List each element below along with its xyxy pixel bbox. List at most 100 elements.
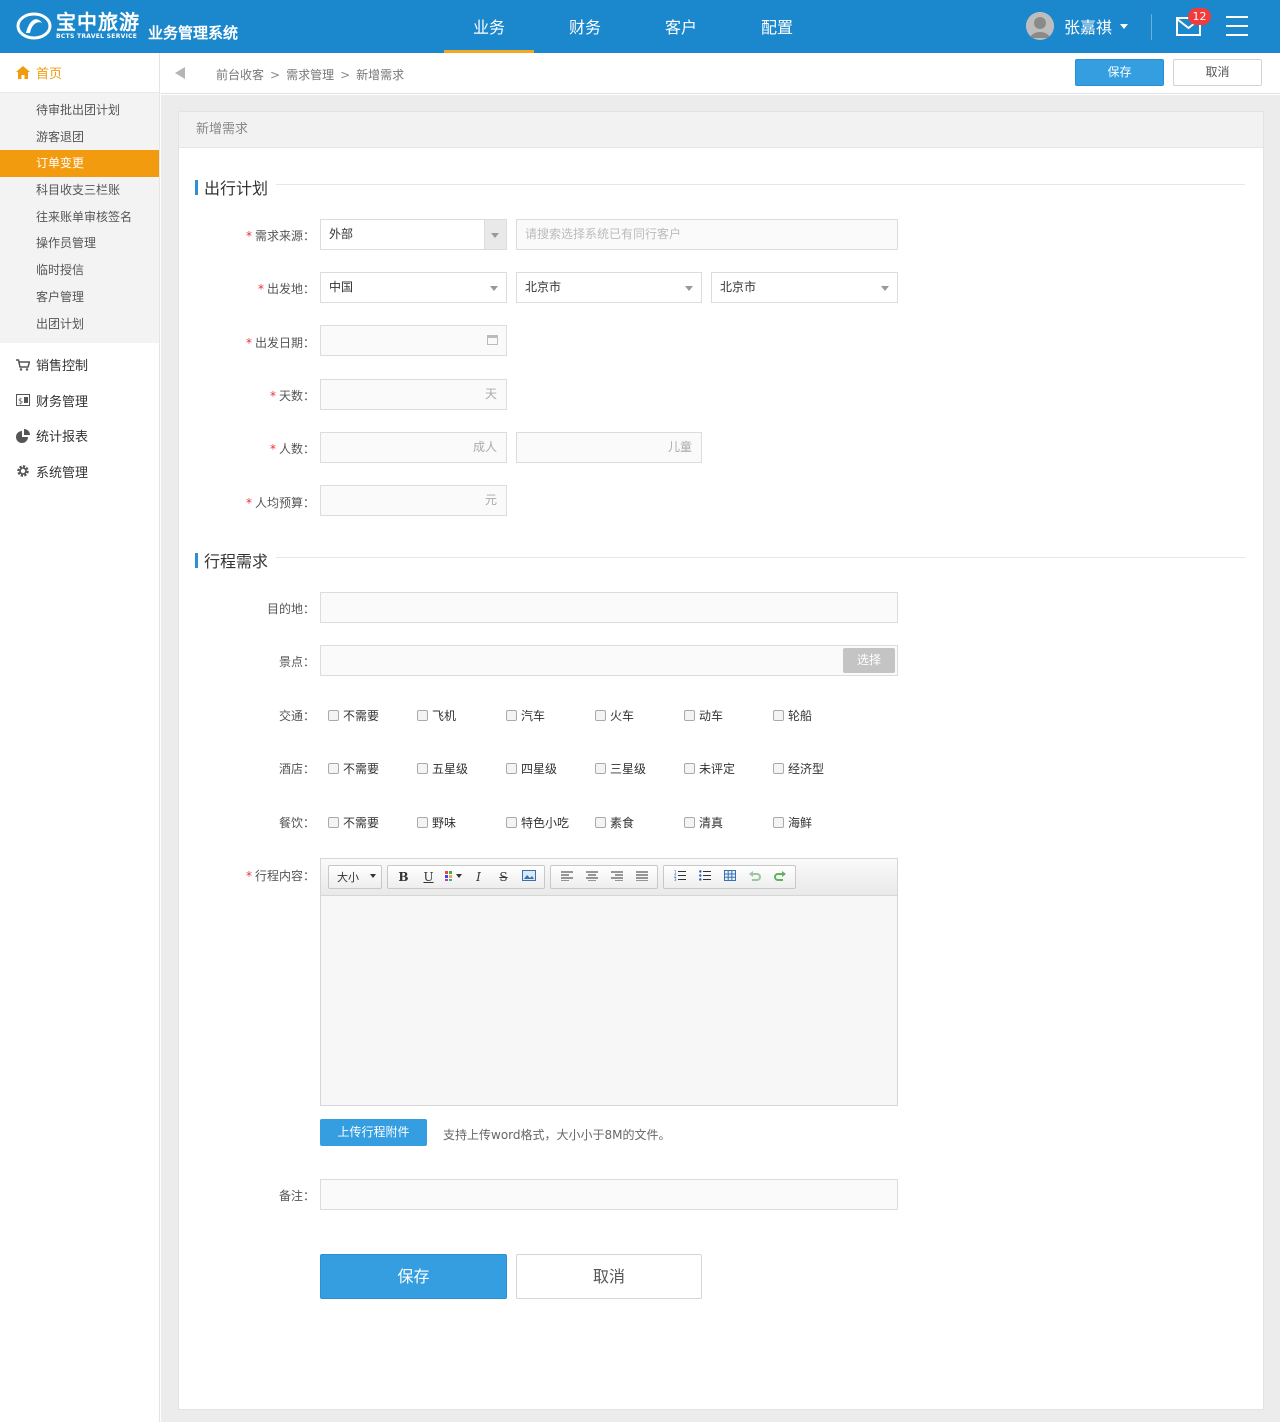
spots-input[interactable]: 选择 [320, 645, 898, 676]
section-title: 行程需求 [204, 552, 269, 571]
checkbox-label: 海鲜 [788, 816, 813, 830]
checkbox-food[interactable]: 特色小吃 [506, 814, 595, 831]
sidebar-item-sales[interactable]: 销售控制 [0, 347, 159, 383]
checkbox-label: 汽车 [521, 709, 546, 723]
sidebar-item-tour-plan[interactable]: 出团计划 [0, 311, 159, 338]
checkbox-label: 火车 [610, 709, 635, 723]
origin-country-select[interactable]: 中国 [320, 272, 507, 303]
table-icon[interactable] [717, 870, 742, 884]
save-button[interactable]: 保存 [320, 1254, 507, 1299]
checkbox-food[interactable]: 清真 [684, 814, 773, 831]
sidebar-item-finance[interactable]: $ 财务管理 [0, 383, 159, 419]
checkbox-transport[interactable]: 火车 [595, 707, 684, 724]
checkbox[interactable] [595, 817, 606, 828]
nav-business[interactable]: 业务 [444, 0, 534, 53]
sidebar-item-ledger[interactable]: 科目收支三栏账 [0, 177, 159, 204]
checkbox[interactable] [328, 817, 339, 828]
checkbox-food[interactable]: 野味 [417, 814, 506, 831]
checkbox-hotel[interactable]: 四星级 [506, 760, 595, 777]
upload-attachment-button[interactable]: 上传行程附件 [320, 1119, 427, 1146]
checkbox[interactable] [595, 763, 606, 774]
budget-input[interactable]: 元 [320, 485, 507, 516]
menu-icon[interactable] [1226, 16, 1248, 36]
checkbox-hotel[interactable]: 经济型 [773, 760, 862, 777]
checkbox-food[interactable]: 海鲜 [773, 814, 862, 831]
checkbox-hotel[interactable]: 五星级 [417, 760, 506, 777]
checkbox-hotel[interactable]: 未评定 [684, 760, 773, 777]
source-select[interactable]: 外部 [320, 219, 507, 250]
checkbox-transport[interactable]: 动车 [684, 707, 773, 724]
checkbox-food[interactable]: 素食 [595, 814, 684, 831]
italic-icon[interactable]: I [466, 870, 491, 884]
checkbox-hotel[interactable]: 三星级 [595, 760, 684, 777]
sidebar-item-pending-approval[interactable]: 待审批出团计划 [0, 97, 159, 124]
checkbox[interactable] [684, 763, 695, 774]
breadcrumb-item[interactable]: 需求管理 [286, 68, 334, 82]
checkbox-transport[interactable]: 轮船 [773, 707, 862, 724]
destination-input[interactable] [320, 592, 898, 623]
user-menu[interactable]: 张嘉祺 [1026, 12, 1129, 40]
strikethrough-icon[interactable]: S [491, 870, 516, 884]
sidebar-item-bill-review[interactable]: 往来账单审核签名 [0, 204, 159, 231]
underline-icon[interactable]: U [416, 870, 441, 884]
checkbox[interactable] [417, 817, 428, 828]
checkbox[interactable] [328, 710, 339, 721]
departure-date-input[interactable] [320, 325, 507, 356]
origin-province-select[interactable]: 北京市 [516, 272, 702, 303]
ordered-list-icon[interactable]: 123 [667, 870, 692, 884]
sidebar-item-order-change[interactable]: 订单变更 [0, 150, 159, 178]
align-left-icon[interactable] [554, 870, 579, 884]
top-cancel-button[interactable]: 取消 [1173, 59, 1262, 86]
top-save-button[interactable]: 保存 [1075, 59, 1164, 86]
checkbox[interactable] [684, 817, 695, 828]
nav-config[interactable]: 配置 [732, 0, 822, 53]
unordered-list-icon[interactable] [692, 870, 717, 884]
spots-select-button[interactable]: 选择 [843, 648, 895, 673]
bold-icon[interactable]: B [391, 870, 416, 884]
sidebar-item-home[interactable]: 首页 [0, 53, 159, 93]
nav-finance[interactable]: 财务 [540, 0, 630, 53]
checkbox-hotel[interactable]: 不需要 [328, 760, 417, 777]
redo-icon[interactable] [767, 870, 792, 884]
checkbox[interactable] [684, 710, 695, 721]
checkbox[interactable] [506, 763, 517, 774]
checkbox[interactable] [506, 710, 517, 721]
checkbox-food[interactable]: 不需要 [328, 814, 417, 831]
remark-input[interactable] [320, 1179, 898, 1210]
sidebar-item-reports[interactable]: 统计报表 [0, 418, 159, 454]
align-center-icon[interactable] [579, 870, 604, 884]
nav-customer[interactable]: 客户 [636, 0, 726, 53]
checkbox[interactable] [417, 763, 428, 774]
checkbox[interactable] [328, 763, 339, 774]
align-right-icon[interactable] [604, 870, 629, 884]
days-input[interactable]: 天 [320, 379, 507, 410]
adults-input[interactable]: 成人 [320, 432, 507, 463]
checkbox[interactable] [773, 817, 784, 828]
undo-icon[interactable] [742, 870, 767, 884]
cancel-button[interactable]: 取消 [516, 1254, 702, 1299]
text-color-icon[interactable] [441, 870, 466, 884]
checkbox[interactable] [595, 710, 606, 721]
checkbox[interactable] [506, 817, 517, 828]
align-justify-icon[interactable] [629, 870, 654, 884]
children-input[interactable]: 儿童 [516, 432, 702, 463]
font-size-dropdown[interactable]: 大小 [332, 869, 378, 885]
sidebar-item-temp-credit[interactable]: 临时授信 [0, 257, 159, 284]
sidebar-item-operators[interactable]: 操作员管理 [0, 230, 159, 257]
checkbox[interactable] [417, 710, 428, 721]
checkbox-transport[interactable]: 不需要 [328, 707, 417, 724]
checkbox[interactable] [773, 710, 784, 721]
checkbox-transport[interactable]: 汽车 [506, 707, 595, 724]
customer-search-input[interactable]: 请搜索选择系统已有同行客户 [516, 219, 898, 250]
logo[interactable]: 宝中旅游 BCTS TRAVEL SERVICE 业务管理系统 [16, 10, 238, 42]
image-icon[interactable] [516, 870, 541, 884]
back-arrow-icon[interactable] [175, 67, 185, 79]
origin-city-select[interactable]: 北京市 [711, 272, 898, 303]
checkbox-transport[interactable]: 飞机 [417, 707, 506, 724]
editor-content-area[interactable] [321, 896, 897, 1105]
checkbox[interactable] [773, 763, 784, 774]
sidebar-item-system[interactable]: 系统管理 [0, 454, 159, 490]
breadcrumb-item[interactable]: 前台收客 [216, 68, 264, 82]
sidebar-item-customers[interactable]: 客户管理 [0, 284, 159, 311]
sidebar-item-tourist-withdraw[interactable]: 游客退团 [0, 124, 159, 151]
